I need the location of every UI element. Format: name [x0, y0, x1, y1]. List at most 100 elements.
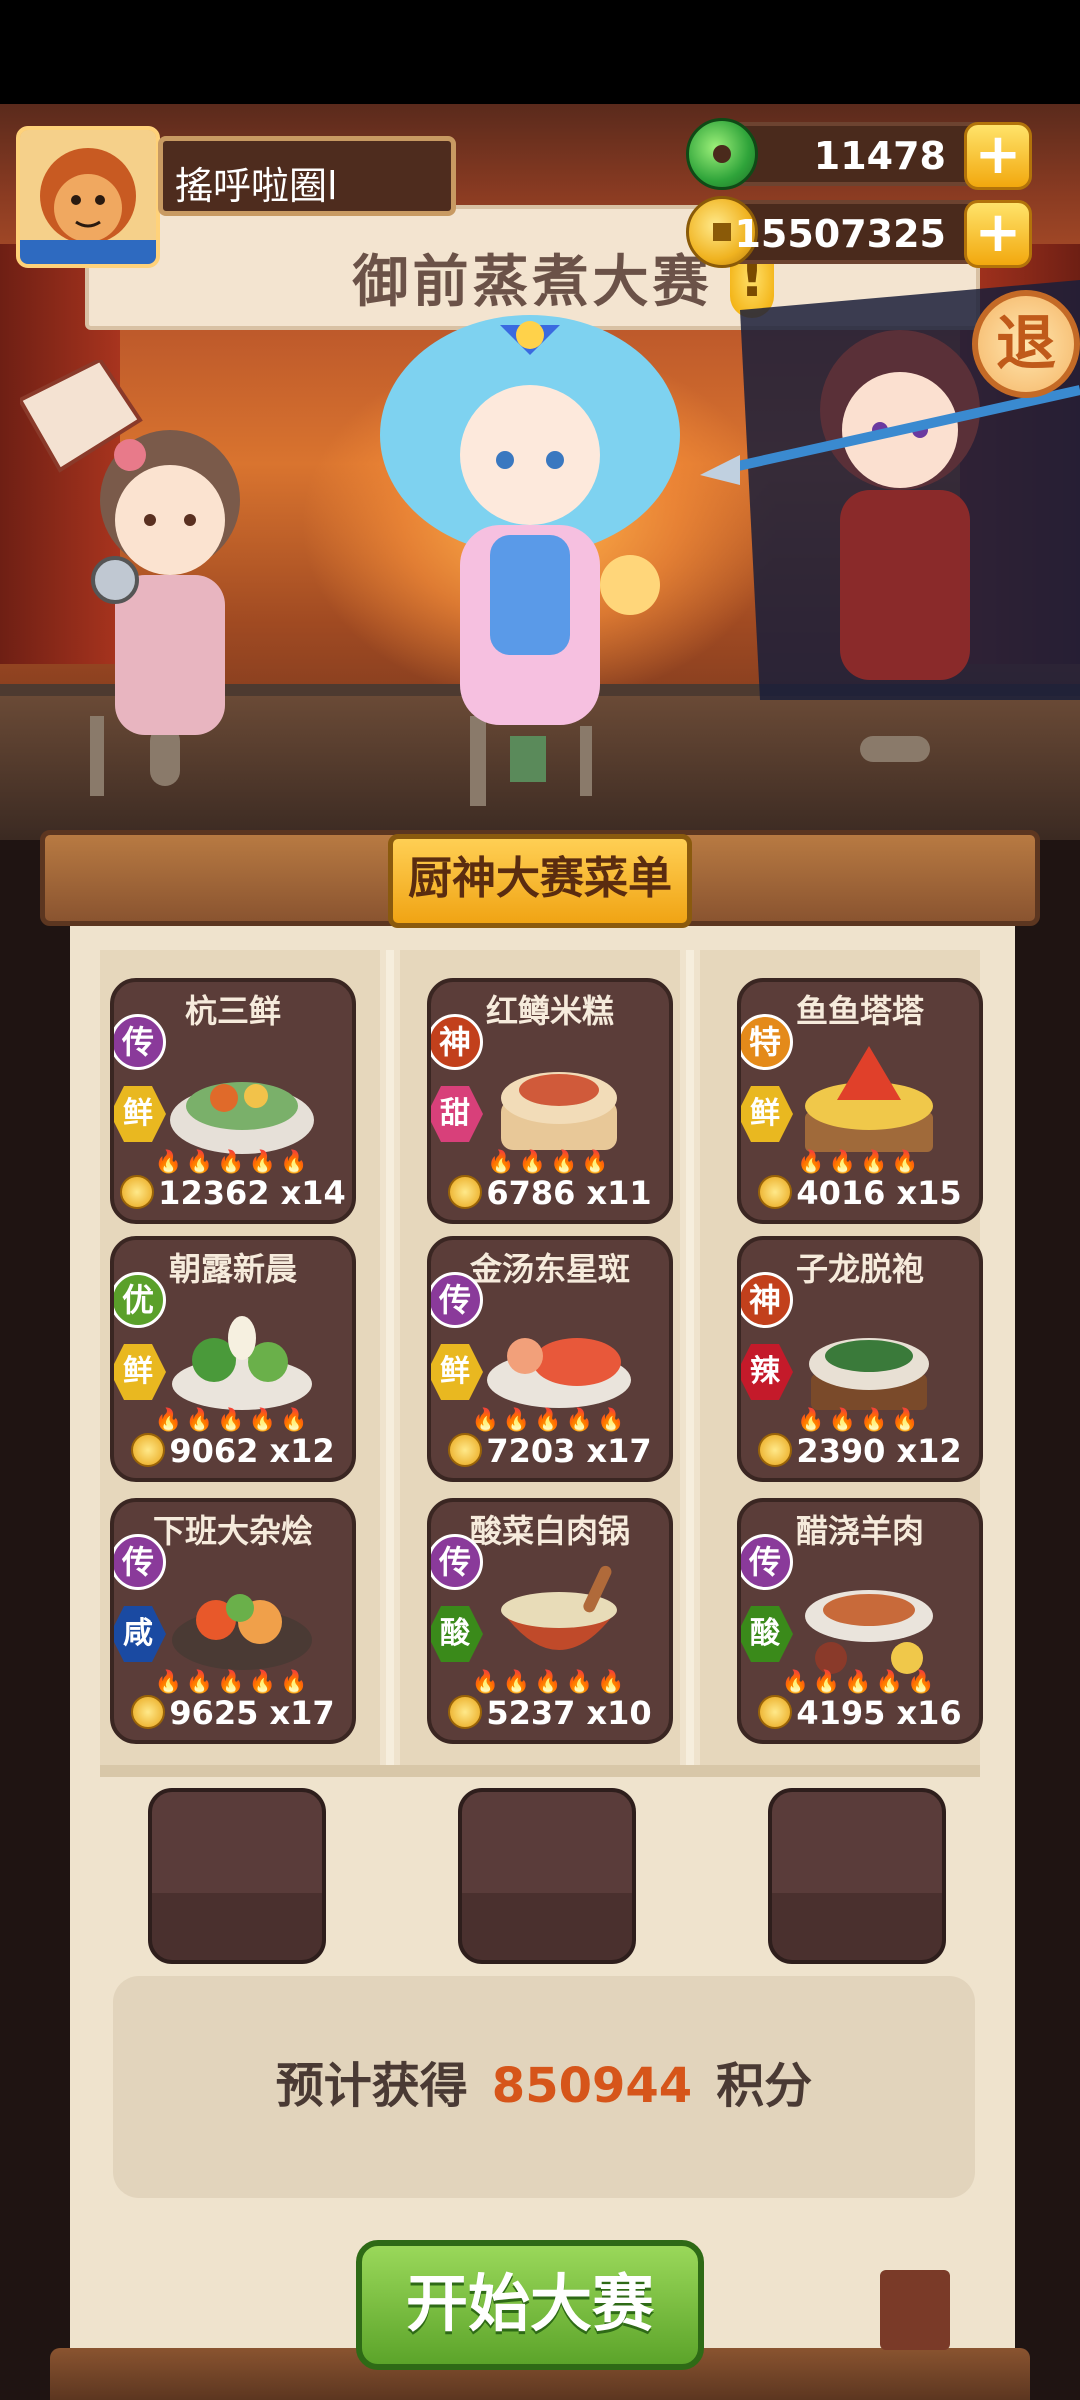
dish-price: 2390: [796, 1432, 886, 1470]
dish-card[interactable]: 鱼鱼塔塔 特 鲜 🔥🔥🔥🔥 4016 x15: [737, 978, 983, 1224]
heat-flames-icon: 🔥🔥🔥🔥🔥: [154, 1150, 312, 1175]
dish-image: [805, 1590, 933, 1674]
dish-image: [487, 1338, 631, 1408]
dish-price: 7203: [486, 1432, 576, 1470]
dish-count: x12: [896, 1432, 962, 1470]
coin-icon: [448, 1695, 483, 1729]
coin-icon: [131, 1695, 166, 1729]
chef-character-middle: [380, 315, 680, 725]
add-gold-button[interactable]: +: [964, 200, 1032, 268]
avatar-portrait-icon: [20, 130, 156, 264]
dish-price: 5237: [486, 1694, 576, 1732]
selection-slot-3[interactable]: [768, 1788, 946, 1964]
coin-icon: [758, 1695, 793, 1729]
player-avatar[interactable]: [16, 126, 160, 268]
coin-icon: [131, 1433, 166, 1467]
gold-amount: 15507325: [734, 212, 946, 256]
chef-character-left: [20, 360, 240, 735]
heat-flames-icon: 🔥🔥🔥🔥🔥: [781, 1670, 939, 1695]
score-estimate-panel: 预计获得 850944 积分: [113, 1976, 975, 2198]
grade-badge: 传: [431, 1534, 483, 1590]
taste-badge: 甜: [431, 1086, 483, 1142]
taste-badge: 酸: [431, 1606, 483, 1662]
dish-count: x17: [586, 1432, 652, 1470]
grid-divider: [100, 1765, 980, 1777]
dish-count: x17: [269, 1694, 335, 1732]
taste-badge: 辣: [741, 1344, 793, 1400]
column-divider: [686, 950, 694, 1765]
taste-badge: 鲜: [431, 1344, 483, 1400]
dish-price-row: 4016 x15: [741, 1174, 979, 1212]
grade-badge: 神: [741, 1272, 793, 1328]
selection-slot-2[interactable]: [458, 1788, 636, 1964]
column-divider: [386, 950, 394, 1765]
dish-price-row: 12362 x14: [114, 1174, 352, 1212]
heat-flames-icon: 🔥🔥🔥🔥: [487, 1150, 613, 1175]
dish-image: [809, 1338, 929, 1410]
dish-price-row: 6786 x11: [431, 1174, 669, 1212]
add-jade-button[interactable]: +: [964, 122, 1032, 190]
status-bar: [0, 0, 1080, 104]
heat-flames-icon: 🔥🔥🔥🔥: [797, 1150, 923, 1175]
taste-badge: 酸: [741, 1606, 793, 1662]
dish-card[interactable]: 杭三鲜 传 鲜 🔥🔥🔥🔥🔥 12362 x14: [110, 978, 356, 1224]
taste-badge: 鲜: [114, 1086, 166, 1142]
grade-badge: 特: [741, 1014, 793, 1070]
estimate-prefix: 预计获得: [275, 2058, 468, 2114]
dish-price-row: 7203 x17: [431, 1432, 669, 1470]
grade-badge: 传: [114, 1014, 166, 1070]
coin-icon: [120, 1175, 155, 1209]
heat-flames-icon: 🔥🔥🔥🔥: [797, 1408, 923, 1433]
dish-card[interactable]: 金汤东星斑 传 鲜 🔥🔥🔥🔥🔥 7203 x17: [427, 1236, 673, 1482]
coin-icon: [758, 1175, 793, 1209]
dish-card[interactable]: 红鳟米糕 神 甜 🔥🔥🔥🔥 6786 x11: [427, 978, 673, 1224]
coin-icon: [758, 1433, 793, 1467]
exit-button[interactable]: 退: [972, 290, 1080, 398]
dish-image: [501, 1072, 617, 1150]
dish-image: [501, 1565, 617, 1650]
dish-price: 4195: [796, 1694, 886, 1732]
dish-card[interactable]: 子龙脱袍 神 辣 🔥🔥🔥🔥 2390 x12: [737, 1236, 983, 1482]
grade-badge: 传: [741, 1534, 793, 1590]
dish-card[interactable]: 朝露新晨 优 鲜 🔥🔥🔥🔥🔥 9062 x12: [110, 1236, 356, 1482]
dish-count: x15: [896, 1174, 962, 1212]
menu-title: 厨神大赛菜单: [388, 834, 692, 928]
heat-flames-icon: 🔥🔥🔥🔥🔥: [154, 1670, 312, 1695]
dish-count: x14: [280, 1174, 346, 1212]
dish-card[interactable]: 酸菜白肉锅 传 酸 🔥🔥🔥🔥🔥 5237 x10: [427, 1498, 673, 1744]
dish-count: x16: [896, 1694, 962, 1732]
dish-image: [170, 1082, 314, 1154]
grade-badge: 传: [114, 1534, 166, 1590]
dish-price-row: 5237 x10: [431, 1694, 669, 1732]
score-estimate-text: 预计获得 850944 积分: [113, 2046, 975, 2116]
dish-image: [805, 1046, 933, 1152]
player-name: 搖呼啦圈l: [175, 164, 338, 208]
dish-count: x12: [269, 1432, 335, 1470]
start-contest-button[interactable]: 开始大赛: [356, 2240, 704, 2370]
dish-price-row: 2390 x12: [741, 1432, 979, 1470]
grade-badge: 传: [431, 1272, 483, 1328]
dish-image: [172, 1316, 312, 1410]
heat-flames-icon: 🔥🔥🔥🔥🔥: [471, 1408, 629, 1433]
gold-currency: 15507325 +: [686, 196, 1032, 268]
estimate-suffix: 积分: [716, 2058, 813, 2114]
taste-badge: 咸: [114, 1606, 166, 1662]
coin-icon: [448, 1175, 483, 1209]
grade-badge: 神: [431, 1014, 483, 1070]
dish-image: [172, 1594, 312, 1670]
dish-price-row: 9625 x17: [114, 1694, 352, 1732]
dish-price-row: 4195 x16: [741, 1694, 979, 1732]
strainer-icon: [860, 736, 930, 762]
dish-price-row: 9062 x12: [114, 1432, 352, 1470]
dish-count: x10: [586, 1694, 652, 1732]
jade-currency: 11478 +: [686, 118, 1032, 190]
player-name-box: 搖呼啦圈l: [158, 136, 456, 216]
taste-badge: 鲜: [114, 1344, 166, 1400]
dish-price: 9062: [169, 1432, 259, 1470]
dish-price: 12362: [158, 1174, 270, 1212]
dish-card[interactable]: 醋浇羊肉 传 酸 🔥🔥🔥🔥🔥 4195 x16: [737, 1498, 983, 1744]
jade-amount: 11478: [813, 134, 946, 178]
dish-card[interactable]: 下班大杂烩 传 咸 🔥🔥🔥🔥🔥 9625 x17: [110, 1498, 356, 1744]
selection-slot-1[interactable]: [148, 1788, 326, 1964]
jade-coin-icon: [686, 118, 758, 190]
